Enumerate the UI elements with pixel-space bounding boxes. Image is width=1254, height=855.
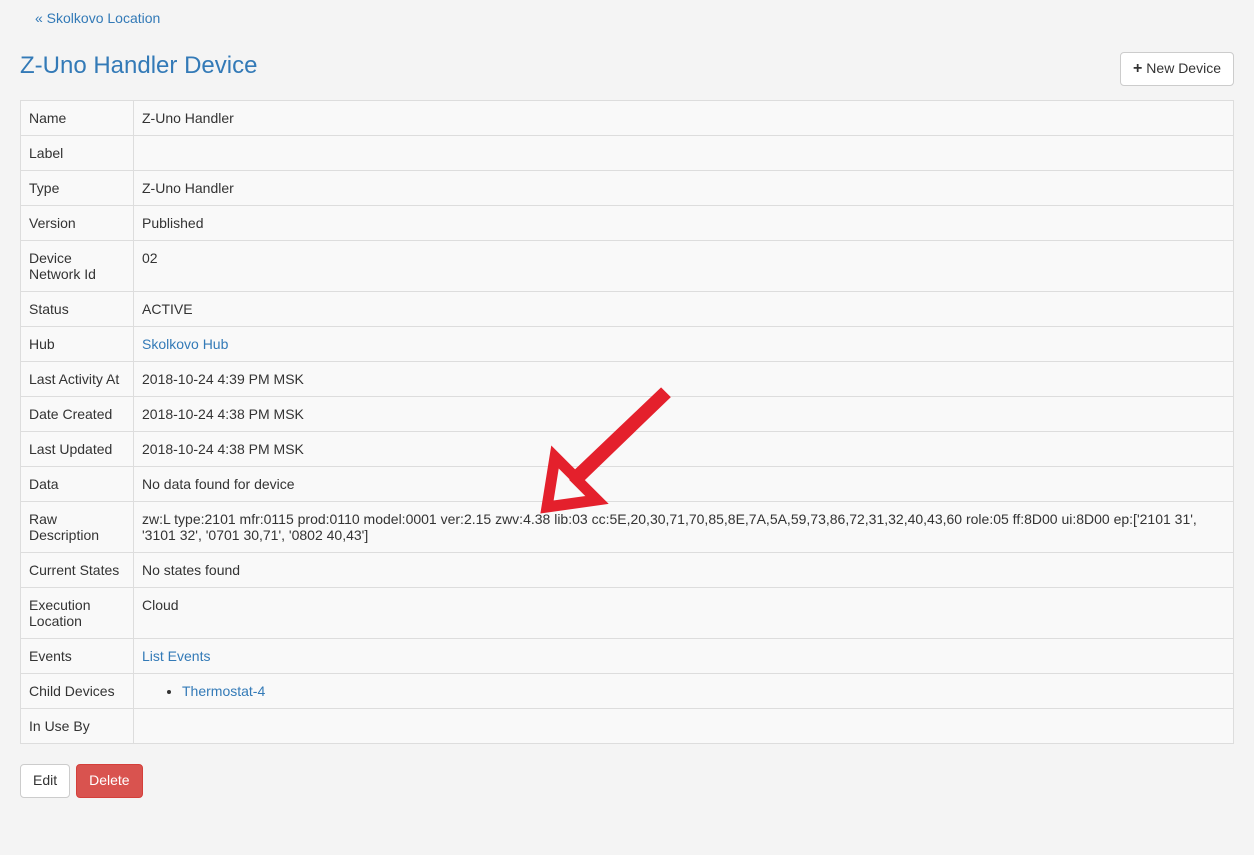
row-label: Data <box>21 466 134 501</box>
table-row: StatusACTIVE <box>21 291 1234 326</box>
row-label: Events <box>21 638 134 673</box>
breadcrumb-back-link[interactable]: « Skolkovo Location <box>35 10 160 26</box>
table-row: Label <box>21 135 1234 170</box>
table-row: Execution LocationCloud <box>21 587 1234 638</box>
delete-button[interactable]: Delete <box>76 764 142 798</box>
row-value: Cloud <box>134 587 1234 638</box>
row-value: 2018-10-24 4:38 PM MSK <box>134 431 1234 466</box>
table-row: Last Activity At2018-10-24 4:39 PM MSK <box>21 361 1234 396</box>
row-value: 2018-10-24 4:39 PM MSK <box>134 361 1234 396</box>
row-label: Status <box>21 291 134 326</box>
row-value-link[interactable]: List Events <box>142 648 210 664</box>
row-label: Device Network Id <box>21 240 134 291</box>
row-value <box>134 708 1234 743</box>
row-value: Z-Uno Handler <box>134 100 1234 135</box>
row-value: zw:L type:2101 mfr:0115 prod:0110 model:… <box>134 501 1234 552</box>
row-value: List Events <box>134 638 1234 673</box>
row-label: Hub <box>21 326 134 361</box>
row-value: Skolkovo Hub <box>134 326 1234 361</box>
plus-icon: + <box>1133 61 1142 77</box>
table-row: Device Network Id02 <box>21 240 1234 291</box>
child-devices-list: Thermostat-4 <box>182 683 1225 699</box>
row-value: Thermostat-4 <box>134 673 1234 708</box>
list-item: Thermostat-4 <box>182 683 1225 699</box>
row-label: Type <box>21 170 134 205</box>
row-label: Last Activity At <box>21 361 134 396</box>
device-details-table: NameZ-Uno HandlerLabelTypeZ-Uno HandlerV… <box>20 100 1234 744</box>
row-value <box>134 135 1234 170</box>
row-label: Last Updated <box>21 431 134 466</box>
table-row: Raw Descriptionzw:L type:2101 mfr:0115 p… <box>21 501 1234 552</box>
new-device-button[interactable]: + New Device <box>1120 52 1234 86</box>
table-row: Date Created2018-10-24 4:38 PM MSK <box>21 396 1234 431</box>
table-row: Current StatesNo states found <box>21 552 1234 587</box>
new-device-label: New Device <box>1146 59 1221 79</box>
row-value-link[interactable]: Skolkovo Hub <box>142 336 228 352</box>
action-buttons: Edit Delete <box>20 764 1234 798</box>
row-label: Version <box>21 205 134 240</box>
table-row: Hub Skolkovo Hub <box>21 326 1234 361</box>
table-row: VersionPublished <box>21 205 1234 240</box>
row-value: No data found for device <box>134 466 1234 501</box>
row-label: Child Devices <box>21 673 134 708</box>
table-row: Last Updated2018-10-24 4:38 PM MSK <box>21 431 1234 466</box>
table-row: NameZ-Uno Handler <box>21 100 1234 135</box>
row-value: 2018-10-24 4:38 PM MSK <box>134 396 1234 431</box>
row-label: Label <box>21 135 134 170</box>
edit-button[interactable]: Edit <box>20 764 70 798</box>
row-label: Execution Location <box>21 587 134 638</box>
table-row: DataNo data found for device <box>21 466 1234 501</box>
page-header: Z-Uno Handler Device + New Device <box>20 52 1234 86</box>
row-label: Name <box>21 100 134 135</box>
breadcrumb: « Skolkovo Location <box>20 0 1234 34</box>
table-row: TypeZ-Uno Handler <box>21 170 1234 205</box>
child-device-link[interactable]: Thermostat-4 <box>182 683 265 699</box>
row-label: Date Created <box>21 396 134 431</box>
row-value: Z-Uno Handler <box>134 170 1234 205</box>
row-value: 02 <box>134 240 1234 291</box>
row-label: Current States <box>21 552 134 587</box>
row-value: ACTIVE <box>134 291 1234 326</box>
table-row: Events List Events <box>21 638 1234 673</box>
table-row: In Use By <box>21 708 1234 743</box>
row-label: In Use By <box>21 708 134 743</box>
row-label: Raw Description <box>21 501 134 552</box>
table-row: Child Devices Thermostat-4 <box>21 673 1234 708</box>
row-value: No states found <box>134 552 1234 587</box>
row-value: Published <box>134 205 1234 240</box>
page-title: Z-Uno Handler Device <box>20 52 257 81</box>
